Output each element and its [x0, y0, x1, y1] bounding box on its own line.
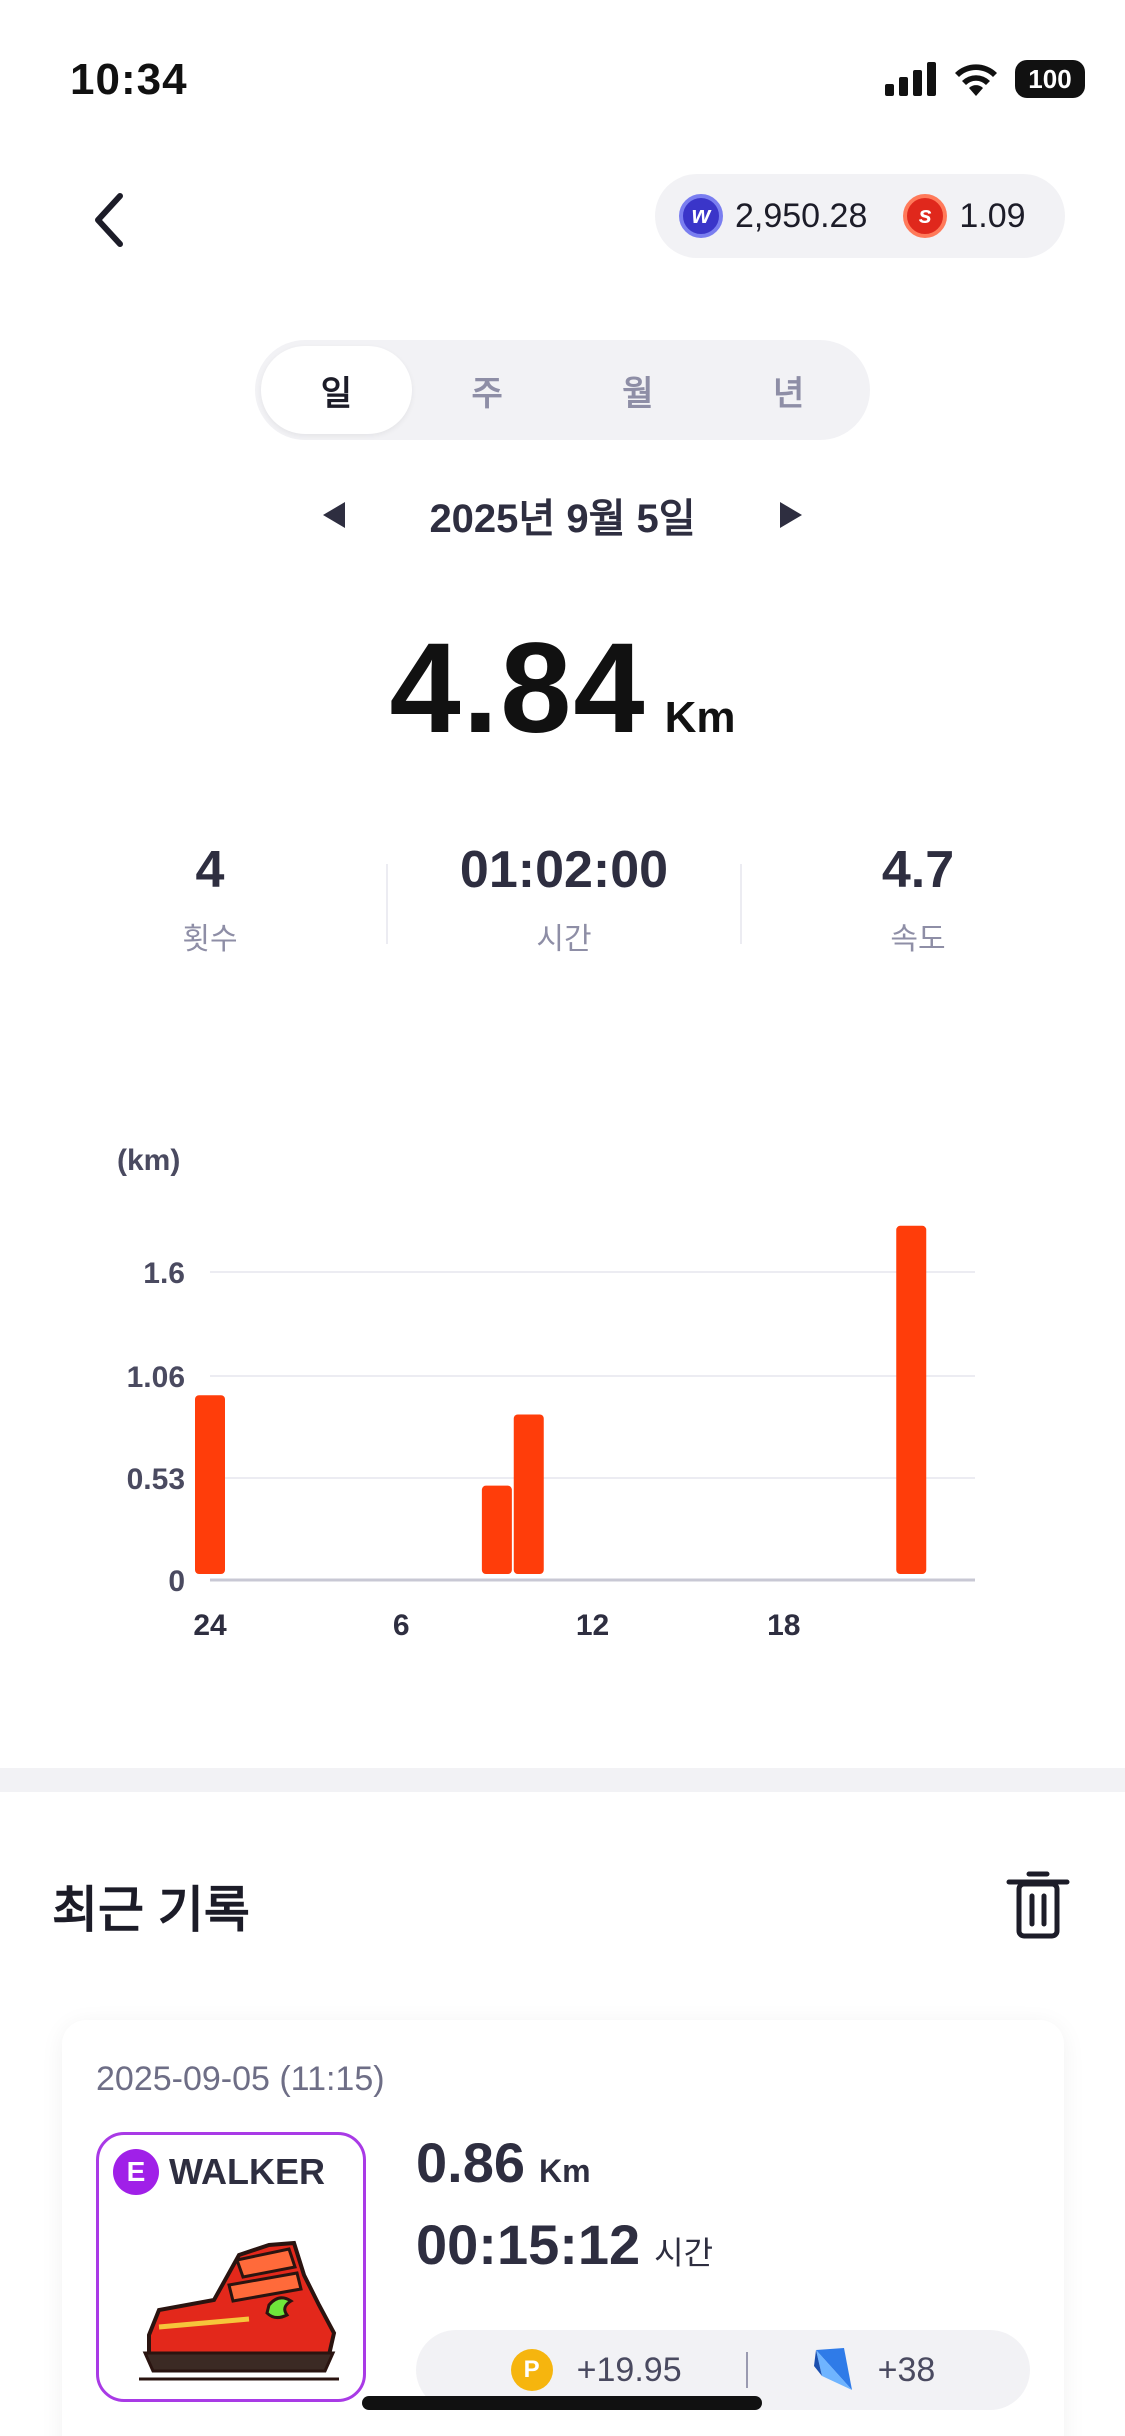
stat-value: 4.7: [881, 841, 955, 899]
y-tick-label: 1.6: [143, 1257, 185, 1290]
stat-label: 횟수: [182, 923, 238, 956]
stat-speed: 4.7 속도: [742, 840, 1094, 970]
record-distance-value: 0.86: [416, 2131, 525, 2194]
distance-unit: Km: [664, 693, 736, 742]
trash-icon: [1006, 1871, 1070, 1939]
triangle-right-icon: [779, 502, 802, 528]
y-tick-label: 0: [168, 1565, 185, 1598]
prev-date-button[interactable]: [309, 490, 359, 540]
coin1-balance: 2,950.28: [735, 196, 868, 235]
signal-icon: [885, 62, 936, 96]
status-icons: 100: [885, 60, 1085, 98]
coin2-balance: 1.09: [959, 196, 1026, 235]
status-time: 10:34: [70, 55, 188, 104]
status-bar: 10:34 100: [0, 0, 1125, 150]
stat-label: 속도: [890, 923, 946, 956]
point-coin-icon: P: [510, 2349, 553, 2391]
chart-bar: [481, 1485, 512, 1574]
tab-year[interactable]: 년: [713, 346, 864, 434]
x-tick-label: 12: [576, 1609, 609, 1642]
chart-bar: [896, 1225, 927, 1574]
record-time-unit: 시간: [654, 2235, 714, 2271]
stat-label: 시간: [536, 923, 592, 956]
shoe-card[interactable]: E WALKER: [96, 2132, 366, 2402]
y-tick-label: 1.06: [127, 1361, 185, 1394]
s-coin-icon: s: [903, 194, 948, 238]
y-axis-unit-label: (km): [117, 1144, 180, 1177]
back-button[interactable]: [70, 180, 150, 260]
distance-value: 4.84: [389, 617, 647, 760]
y-tick-label: 0.53: [127, 1463, 185, 1496]
period-tabs: 일 주 월 년: [255, 340, 870, 440]
triangle-left-icon: [323, 502, 346, 528]
x-tick-label: 24: [193, 1609, 227, 1642]
record-time-value: 00:15:12: [416, 2213, 641, 2276]
tab-week[interactable]: 주: [412, 346, 563, 434]
delete-button[interactable]: [1005, 1870, 1071, 1940]
x-tick-label: 18: [767, 1609, 800, 1642]
home-indicator: [362, 2396, 762, 2410]
sneaker-icon: [139, 2240, 339, 2381]
next-date-button[interactable]: [766, 490, 816, 540]
record-time: 00:15:12 시간: [416, 2212, 713, 2277]
recent-records-title: 최근 기록: [52, 1882, 250, 1938]
w-coin-icon: w: [679, 194, 723, 238]
chart-bar: [513, 1414, 544, 1574]
reward-gems: +38: [877, 2350, 936, 2389]
stat-value: 01:02:00: [459, 841, 669, 899]
chevron-left-icon: [95, 193, 123, 247]
reward-points: +19.95: [576, 2350, 682, 2389]
record-card[interactable]: 2025-09-05 (11:15) E WALKER 0.86 Km 00:1…: [62, 2020, 1064, 2436]
stat-value: 4: [195, 841, 225, 899]
section-divider: [0, 1768, 1125, 1792]
stat-time: 01:02:00 시간: [388, 840, 740, 970]
stat-count: 4 횟수: [34, 840, 386, 970]
shoe-type: WALKER: [169, 2151, 325, 2192]
shoe-grade-badge: E: [113, 2149, 159, 2195]
stats-row: 4 횟수 01:02:00 시간 4.7 속도: [0, 840, 1125, 970]
record-distance-unit: Km: [539, 2153, 591, 2189]
date-navigation: 2025년 9월 5일: [0, 485, 1125, 545]
wifi-icon: [955, 64, 997, 96]
total-distance: 4.84 Km: [0, 615, 1125, 762]
current-date: 2025년 9월 5일: [429, 497, 696, 541]
record-distance: 0.86 Km: [416, 2130, 591, 2195]
x-tick-label: 6: [393, 1609, 410, 1642]
hourly-distance-chart: (km) 1.6 1.06 0.53 024 6 12 18: [117, 1144, 975, 1642]
tab-day[interactable]: 일: [261, 346, 412, 434]
wallet-balance[interactable]: w 2,950.28 s 1.09: [655, 174, 1065, 258]
gem-icon: [813, 2348, 852, 2390]
record-date: 2025-09-05 (11:15): [96, 2060, 385, 2098]
divider: [745, 2352, 748, 2388]
chart-bar: [195, 1395, 225, 1574]
tab-month[interactable]: 월: [563, 346, 714, 434]
battery-icon: 100: [1015, 60, 1085, 98]
